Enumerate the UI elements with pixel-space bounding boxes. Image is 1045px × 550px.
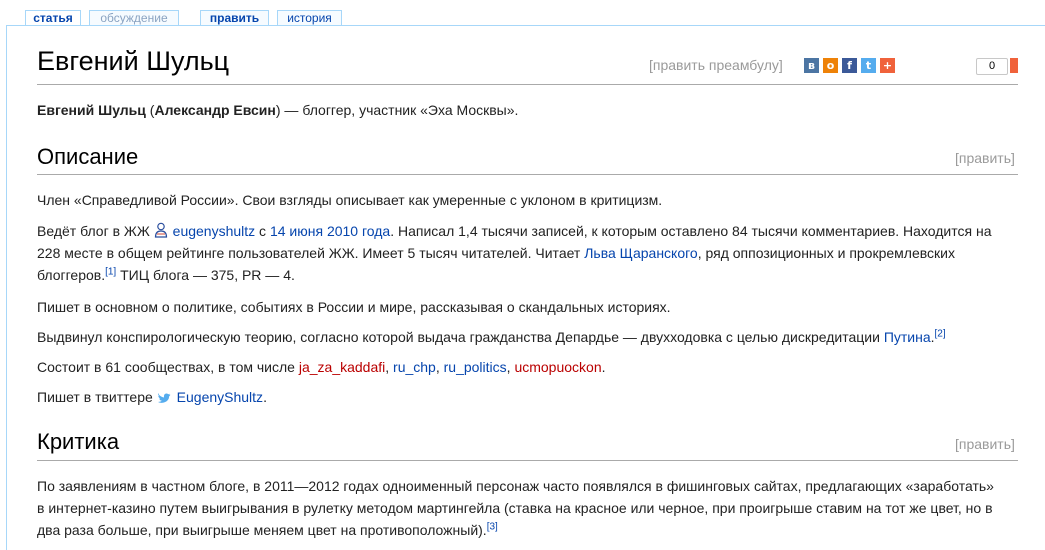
person-link-sharansky[interactable]: Льва Щаранского [584,245,697,261]
lj-user-link[interactable]: eugenyshultz [173,223,256,239]
edit-section-criticism-anchor[interactable]: [править] [955,436,1015,452]
tab-edit[interactable]: править [200,10,269,25]
p5-text-b: . [601,359,606,375]
facebook-icon[interactable]: f [842,58,857,73]
p5-text-a: Состоит в 61 сообществах, в том числе [37,359,299,375]
intro-rest: ) — блоггер, участник «Эха Москвы». [275,102,519,118]
more-share-icon[interactable]: + [880,58,895,73]
share-buttons: в o f t + [804,58,895,73]
page-title: Евгений Шульц [37,46,230,76]
description-p1: Член «Справедливой России». Свои взгляды… [37,192,663,208]
edit-preamble-link[interactable]: [править преамбулу] [649,57,783,73]
description-p4: Выдвинул конспирологическую теорию, согл… [37,326,1007,348]
section-divider-criticism [37,460,1018,461]
section-heading-criticism: Критика [37,429,120,454]
edit-section-description[interactable]: [править] [955,150,1015,166]
putin-link[interactable]: Путина [884,329,931,345]
description-p6: Пишет в твиттере EugenyShultz. [37,386,1007,408]
twitter-icon[interactable]: t [861,58,876,73]
top-tabs-bar: статья обсуждение править история [0,0,1045,26]
ref-2[interactable]: [2] [935,328,946,339]
tab-discussion[interactable]: обсуждение [89,10,179,25]
description-p3: Пишет в основном о политике, событиях в … [37,299,671,315]
p4-text-a: Выдвинул конспирологическую теорию, согл… [37,329,884,345]
title-divider [37,84,1018,85]
share-counter: 0 [976,58,1008,75]
description-p5: Состоит в 61 сообществах, в том числе ja… [37,356,1007,378]
section-heading-description: Описание [37,144,139,169]
ref-3[interactable]: [3] [487,521,498,532]
p2-text-e: ТИЦ блога — 375, PR — 4. [116,267,295,283]
edit-section-criticism[interactable]: [править] [955,436,1015,452]
lj-user-icon[interactable] [154,222,169,238]
ref-1[interactable]: [1] [105,266,116,277]
intro-alias: Александр Евсин [154,102,276,118]
vk-icon[interactable]: в [804,58,819,73]
counter-g-icon[interactable] [1010,58,1018,73]
odnoklassniki-icon[interactable]: o [823,58,838,73]
criticism-text: По заявлениям в частном блоге, в 2011—20… [37,478,994,538]
date-link[interactable]: 14 июня 2010 года [270,223,390,239]
intro-paragraph: Евгений Шульц (Александр Евсин) — блогге… [37,99,1007,121]
twitter-bird-icon [157,388,171,403]
intro-name: Евгений Шульц [37,102,146,118]
description-p2: Ведёт блог в ЖЖ eugenyshultz с 14 июня 2… [37,220,1007,286]
community-link-ru-chp[interactable]: ru_chp [393,359,436,375]
p6-text-a: Пишет в твиттере [37,389,157,405]
edit-preamble-anchor[interactable]: [править преамбулу] [649,57,783,73]
community-link-ja-za-kaddafi[interactable]: ja_za_kaddafi [299,359,385,375]
tab-history[interactable]: история [277,10,342,25]
p6-text-b: . [263,389,267,405]
community-link-ucmopuockon[interactable]: ucmopuockon [514,359,601,375]
p2-text-a: Ведёт блог в ЖЖ [37,223,154,239]
p5-sep-1: , [385,359,394,375]
p5-sep-2: , [435,359,444,375]
community-link-ru-politics[interactable]: ru_politics [444,359,507,375]
p2-text-b: с [255,223,270,239]
tab-article[interactable]: статья [25,10,81,26]
edit-section-description-anchor[interactable]: [править] [955,150,1015,166]
section-divider-description [37,174,1018,175]
criticism-p1: По заявлениям в частном блоге, в 2011—20… [37,475,997,541]
twitter-link[interactable]: EugenyShultz [177,389,263,405]
